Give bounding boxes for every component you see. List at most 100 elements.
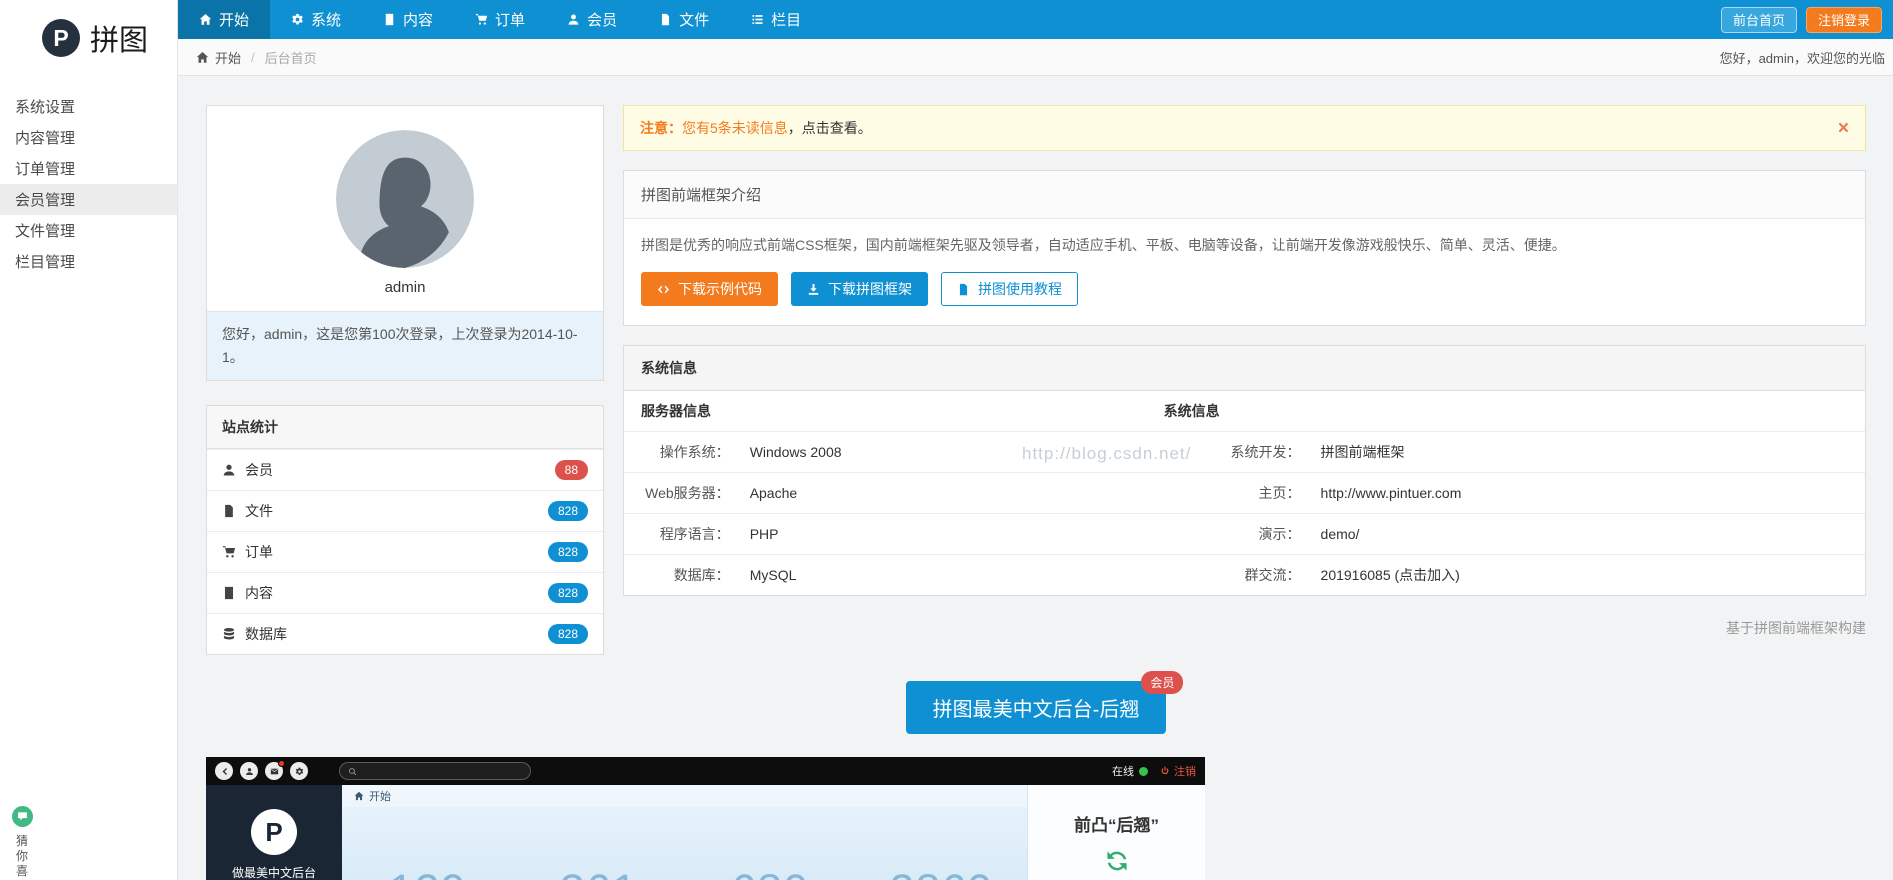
float-char: 猜 [15, 834, 28, 848]
doc-icon [383, 13, 396, 26]
float-char: 喜 [15, 864, 28, 878]
tutorial-button[interactable]: 拼图使用教程 [941, 272, 1078, 306]
tab-label: 开始 [219, 12, 250, 29]
row-label: 程序语言： [624, 513, 736, 555]
table-row: Web服务器： Apache 主页： http://www.pintuer.co… [624, 472, 1865, 514]
preview-logout: 注销 [1160, 763, 1196, 779]
preview-main: 开始 129 内容 361 会员 680 产品 [342, 785, 1027, 880]
close-icon[interactable]: × [1838, 119, 1849, 138]
stat-row-database[interactable]: 数据库 828 [207, 613, 603, 654]
brand-logo[interactable]: P 拼图 [0, 0, 177, 76]
app-sidebar: P 拼图 系统设置 内容管理 订单管理 会员管理 文件管理 栏目管理 [0, 0, 178, 880]
tab-files[interactable]: 文件 [638, 0, 730, 39]
cart-icon [222, 545, 236, 559]
online-dot [1139, 766, 1148, 776]
sidebar-menu: 系统设置 内容管理 订单管理 会员管理 文件管理 栏目管理 [0, 91, 177, 277]
system-info-header: 系统信息 [1157, 391, 1865, 432]
chat-icon[interactable] [11, 806, 33, 827]
power-icon [1161, 766, 1169, 775]
qq-group-link[interactable]: 201916085 (点击加入) [1307, 555, 1865, 596]
file-icon [222, 504, 236, 518]
online-label: 在线 [1112, 766, 1134, 779]
promo-button[interactable]: 拼图最美中文后台-后翘 会员 [905, 671, 1184, 735]
server-info-header: 服务器信息 [624, 391, 1158, 432]
preview-right-panel: 前凸“后翘” 历时打造 [1027, 785, 1205, 880]
brand-logo-icon: P [42, 19, 80, 57]
preview-body: P 做最美中文后台 超级管理员 开始 129 内容 361 会员 [206, 785, 1205, 880]
stat-count-badge: 828 [547, 624, 588, 645]
stat-row-files[interactable]: 文件 828 [207, 490, 603, 531]
tab-content[interactable]: 内容 [362, 0, 454, 39]
row-label: Web服务器： [624, 472, 736, 514]
stat-value: 361 [560, 865, 638, 880]
download-icon [807, 283, 820, 296]
table-row: 数据库： MySQL 群交流： 201916085 (点击加入) [624, 555, 1865, 596]
row-label: 演示： [1157, 513, 1307, 555]
breadcrumb-home[interactable]: 开始 [196, 48, 241, 67]
sidebar-item-members[interactable]: 会员管理 [0, 184, 177, 215]
welcome-text: 您好，admin，欢迎您的光临 [1719, 50, 1885, 66]
online-status: 在线 [1112, 763, 1148, 779]
gear-icon [290, 762, 308, 781]
database-icon [222, 627, 236, 641]
stat-label: 会员 [245, 462, 273, 479]
button-label: 拼图使用教程 [978, 281, 1062, 297]
homepage-link[interactable]: http://www.pintuer.com [1306, 472, 1865, 514]
alert-attention: 注意： [640, 120, 682, 136]
breadcrumb-home-label: 开始 [215, 50, 242, 66]
system-info-table: 服务器信息 系统信息 操作系统： Windows 2008 系统开发： 拼图前端… [624, 391, 1865, 595]
top-nav: 开始 系统 内容 订单 会员 文件 栏目 前台首页 注销登录 [178, 0, 1893, 39]
preview-search-input [339, 762, 531, 781]
row-value: Windows 2008 [735, 431, 1158, 473]
template-preview[interactable]: 在线 注销 P 做最美中文后台 超级管理员 开始 129 [206, 757, 1205, 880]
sidebar-item-orders[interactable]: 订单管理 [0, 153, 177, 184]
table-row: 程序语言： PHP 演示： demo/ [624, 513, 1865, 555]
stat-value: 2869 [889, 865, 993, 880]
preview-stat-orders: 2869 订单 [856, 807, 1027, 880]
system-info-title: 系统信息 [624, 346, 1865, 391]
sidebar-item-content[interactable]: 内容管理 [0, 122, 177, 153]
code-icon [657, 283, 670, 296]
notification-dot [278, 760, 285, 768]
sidebar-item-system-settings[interactable]: 系统设置 [0, 91, 177, 122]
row-label: 数据库： [673, 567, 730, 583]
download-example-button[interactable]: 下载示例代码 [641, 272, 778, 306]
sidebar-item-label: 系统设置 [15, 99, 76, 116]
refresh-icon [1104, 848, 1130, 874]
promo-wrap: 拼图最美中文后台-后翘 会员 [206, 671, 1866, 735]
stat-label: 内容 [245, 585, 273, 602]
sidebar-item-columns[interactable]: 栏目管理 [0, 246, 177, 277]
tab-label: 内容 [403, 12, 434, 29]
left-column: admin 您好，admin，这是您第100次登录，上次登录为2014-10-1… [206, 105, 604, 656]
tab-label: 栏目 [771, 12, 802, 29]
sidebar-item-files[interactable]: 文件管理 [0, 215, 177, 246]
demo-link[interactable]: demo/ [1306, 513, 1865, 555]
tab-orders[interactable]: 订单 [454, 0, 546, 39]
stat-row-members[interactable]: 会员 88 [207, 449, 603, 490]
nav-actions: 前台首页 注销登录 [1720, 0, 1893, 39]
sidebar-item-label: 栏目管理 [15, 254, 76, 271]
stat-count-badge: 828 [547, 501, 588, 522]
download-framework-button[interactable]: 下载拼图框架 [791, 272, 928, 306]
stat-row-orders[interactable]: 订单 828 [207, 531, 603, 572]
stat-row-content[interactable]: 内容 828 [207, 572, 603, 613]
guess-you-like-widget[interactable]: 猜 你 喜 欢 [9, 806, 35, 880]
preview-slogan: 做最美中文后台 [231, 866, 316, 880]
breadcrumb-separator: / [251, 49, 255, 65]
row-label: 群交流： [1244, 567, 1301, 583]
button-label: 下载示例代码 [678, 281, 762, 297]
tab-system[interactable]: 系统 [270, 0, 362, 39]
tab-start[interactable]: 开始 [178, 0, 271, 39]
logout-label: 注销 [1174, 766, 1196, 779]
guess-you-like-label[interactable]: 猜 你 喜 欢 [16, 834, 28, 880]
logout-button[interactable]: 注销登录 [1805, 6, 1882, 33]
tab-members[interactable]: 会员 [546, 0, 638, 39]
cart-icon [475, 13, 488, 26]
intro-text: 拼图是优秀的响应式前端CSS框架，国内前端框架先驱及领导者，自动适应手机、平板、… [641, 237, 1566, 253]
frontend-home-button[interactable]: 前台首页 [1720, 6, 1797, 33]
intro-panel: 拼图前端框架介绍 拼图是优秀的响应式前端CSS框架，国内前端框架先驱及领导者，自… [623, 170, 1866, 326]
row-value: PHP [735, 513, 1158, 555]
sidebar-item-label: 会员管理 [15, 192, 76, 209]
tab-columns[interactable]: 栏目 [730, 0, 822, 39]
float-char: 你 [15, 849, 28, 863]
